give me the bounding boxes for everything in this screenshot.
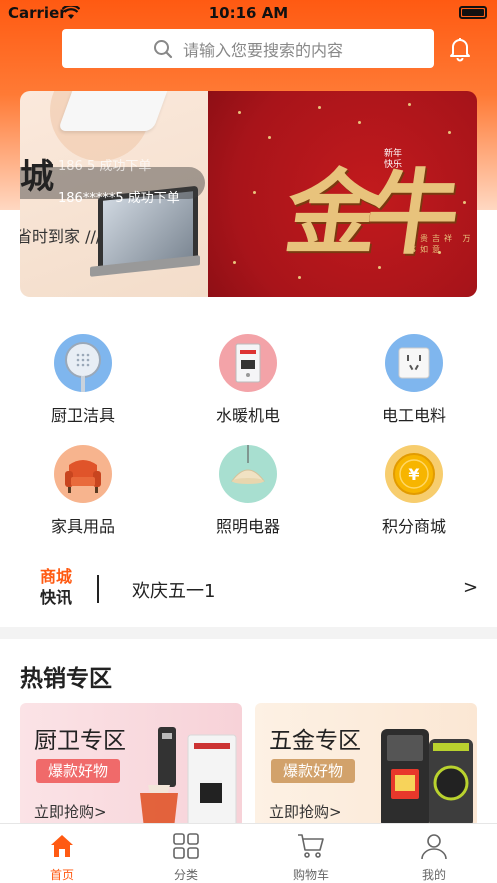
search-icon (153, 39, 173, 58)
category-label: 家具用品 (50, 517, 115, 536)
tab-label: 首页 (49, 868, 74, 882)
marquee-line-current: 186*****5 成功下单 (58, 191, 180, 206)
coin-icon: ¥ (385, 445, 443, 503)
promo-card-hardware[interactable]: 五金专区 爆款好物 立即抢购> (255, 703, 477, 828)
tab-bar: 首页 分类 购物车 我的 (0, 823, 497, 883)
status-bar: Carrier 10:16 AM (0, 0, 497, 26)
news-divider (97, 575, 99, 603)
promo-card-kitchen-bath[interactable]: 厨卫专区 爆款好物 立即抢购> (20, 703, 242, 828)
section-title: 热销专区 (20, 666, 112, 692)
banner-big-char: 城 (20, 157, 54, 197)
category-label: 积分商城 (381, 517, 446, 536)
showerhead-icon (54, 334, 112, 392)
promo-title: 五金专区 (269, 728, 361, 754)
news-headline[interactable]: 欢庆五一1 (132, 577, 215, 603)
promo-badge: 爆款好物 (271, 759, 355, 783)
category-plumbing-electromech[interactable]: 水暖机电 (188, 334, 308, 444)
tab-category[interactable]: 分类 (146, 832, 226, 883)
search-bar[interactable]: 请输入您要搜索的内容 (62, 29, 434, 68)
cart-icon (298, 834, 324, 858)
promo-cta[interactable]: 立即抢购> (269, 801, 342, 822)
category-label: 照明电器 (215, 517, 280, 536)
tab-home[interactable]: 首页 (22, 832, 102, 883)
clock: 10:16 AM (208, 4, 289, 22)
news-more-arrow[interactable]: > (463, 577, 478, 598)
banner-slogan: 省时到家 /// (20, 227, 102, 246)
tab-label: 我的 (421, 868, 446, 882)
promo-badge: 爆款好物 (36, 759, 120, 783)
news-tag-line-2: 快讯 (40, 588, 73, 607)
category-lighting[interactable]: 照明电器 (188, 445, 308, 555)
grid-icon (173, 833, 199, 859)
bell-icon[interactable] (447, 36, 473, 62)
category-furniture[interactable]: 家具用品 (23, 445, 143, 555)
banner-small-text: 富贵吉祥 万事如意 (408, 234, 475, 254)
hardware-tools-image (381, 729, 473, 828)
news-tag: 商城 快讯 (40, 566, 80, 608)
category-label: 厨卫洁具 (50, 406, 115, 425)
banner-left-panel: 186 5 成功下单 186*****5 成功下单 城 省时到家 /// (20, 91, 208, 297)
category-points-mall[interactable]: ¥ 积分商城 (354, 445, 474, 555)
category-electrical[interactable]: 电工电料 (354, 334, 474, 444)
tab-cart[interactable]: 购物车 (271, 832, 351, 883)
promo-title: 厨卫专区 (34, 728, 126, 754)
promo-cta[interactable]: 立即抢购> (34, 801, 107, 822)
tab-label: 分类 (173, 868, 198, 882)
battery-icon (459, 6, 487, 19)
armchair-icon (54, 445, 112, 503)
section-divider (0, 627, 497, 639)
new-year-tag: 新年 快乐 (384, 149, 403, 170)
marquee-line-previous: 186 5 成功下单 (58, 159, 152, 174)
kitchen-products-image (140, 727, 237, 828)
water-heater-icon (219, 334, 277, 392)
tab-label: 购物车 (292, 868, 329, 882)
tab-profile[interactable]: 我的 (394, 832, 474, 883)
power-socket-icon (385, 334, 443, 392)
svg-text:¥: ¥ (408, 465, 419, 484)
news-tag-line-1: 商城 (40, 567, 73, 586)
promo-banner[interactable]: 186 5 成功下单 186*****5 成功下单 城 省时到家 /// 金牛 … (20, 91, 477, 297)
category-kitchen-bath[interactable]: 厨卫洁具 (23, 334, 143, 444)
category-label: 电工电料 (381, 406, 446, 425)
user-icon (421, 834, 447, 860)
home-icon (51, 835, 73, 857)
category-label: 水暖机电 (215, 406, 280, 425)
search-placeholder: 请输入您要搜索的内容 (182, 40, 343, 60)
keyboard-image (57, 91, 168, 131)
lamp-icon (219, 445, 277, 503)
banner-right-panel: 金牛 新年 快乐 富贵吉祥 万事如意 (208, 91, 477, 297)
